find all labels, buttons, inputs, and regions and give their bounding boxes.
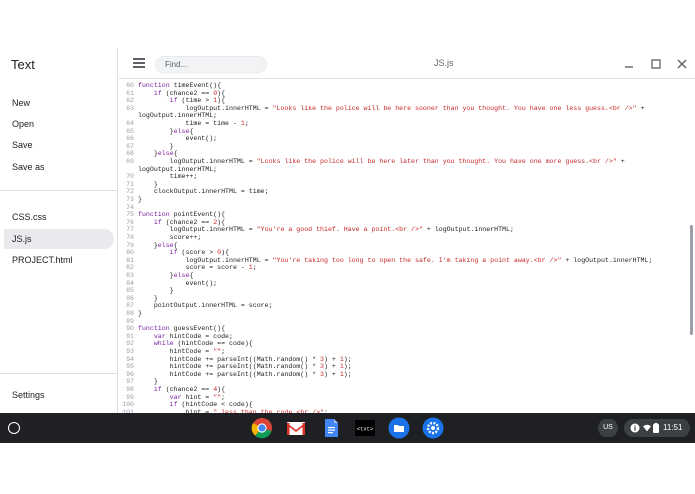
svg-text:<txt>: <txt> [357, 426, 374, 433]
menu-save-as[interactable]: Save as [12, 162, 45, 172]
text-app-icon[interactable]: <txt> [354, 417, 376, 439]
chrome-icon[interactable] [251, 417, 273, 439]
app-title: Text [11, 57, 35, 72]
editor-header: JS.js [119, 48, 695, 79]
menu-settings[interactable]: Settings [12, 390, 45, 400]
minimize-icon[interactable] [622, 57, 636, 71]
sidebar-divider [0, 190, 118, 191]
code-text: pointOutput.innerHTML = score; [138, 302, 273, 310]
sidebar-divider [0, 373, 118, 374]
code-text: } [138, 196, 142, 203]
background-area [0, 443, 695, 494]
code-text: clockOutput.innerHTML = time; [138, 188, 269, 196]
find-input[interactable] [155, 56, 267, 73]
launcher-icon[interactable] [8, 422, 20, 434]
status-tray[interactable]: 11:51 [624, 419, 690, 437]
menu-open[interactable]: Open [12, 119, 34, 129]
files-icon[interactable] [388, 417, 410, 439]
hamburger-menu-icon[interactable] [133, 58, 145, 68]
code-text: } [138, 310, 142, 317]
docs-icon[interactable] [320, 417, 342, 439]
menu-save[interactable]: Save [12, 140, 33, 150]
code-editor[interactable]: 60 function timeEvent(){61 if (chance2 ==… [119, 80, 695, 413]
sidebar: Text New Open Save Save as CSS.css JS.js… [0, 48, 118, 413]
file-item-css[interactable]: CSS.css [4, 207, 114, 227]
menu-new[interactable]: New [12, 98, 30, 108]
line-number: 63 [126, 104, 134, 112]
battery-icon [653, 423, 659, 433]
wifi-icon [643, 424, 651, 432]
line-number: 69 [126, 158, 134, 165]
settings-icon[interactable] [422, 417, 444, 439]
file-item-js[interactable]: JS.js [4, 229, 114, 249]
file-item-project[interactable]: PROJECT.html [4, 250, 114, 270]
shelf: <txt> US 11:51 [0, 413, 695, 443]
text-app-window: Text New Open Save Save as CSS.css JS.js… [0, 48, 695, 413]
file-title: JS.js [434, 58, 454, 68]
code-text: hintCode += parseInt((Math.random() * 3)… [138, 370, 352, 378]
gmail-icon[interactable] [285, 417, 307, 439]
clock: 11:51 [663, 423, 683, 432]
editor-scrollbar[interactable] [690, 225, 693, 335]
ime-indicator[interactable]: US [598, 419, 618, 437]
close-icon[interactable] [675, 57, 689, 71]
maximize-icon[interactable] [649, 57, 663, 71]
info-icon [630, 423, 640, 433]
